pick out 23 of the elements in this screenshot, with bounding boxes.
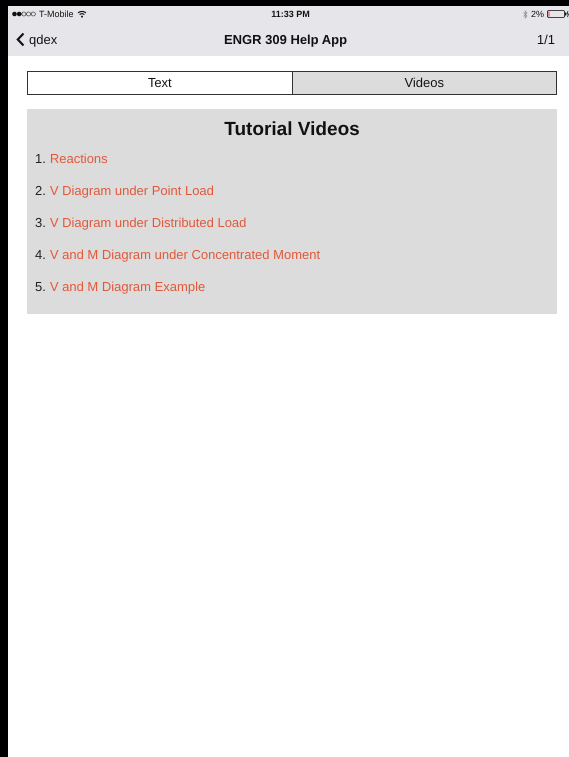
item-number: 5.	[35, 279, 46, 296]
item-number: 3.	[35, 215, 46, 232]
wifi-icon	[76, 10, 87, 18]
nav-title: ENGR 309 Help App	[224, 32, 348, 46]
video-link[interactable]: V Diagram under Point Load	[50, 183, 214, 215]
video-link[interactable]: V Diagram under Distributed Load	[50, 215, 246, 247]
signal-icon	[12, 11, 36, 17]
item-number: 4.	[35, 247, 46, 264]
item-number: 1.	[35, 151, 46, 168]
tab[interactable]: Videos	[292, 72, 556, 94]
video-link[interactable]: V and M Diagram Example	[50, 279, 206, 311]
panel-title: Tutorial Videos	[223, 119, 361, 141]
chevron-left-icon	[16, 32, 25, 46]
video-link[interactable]: Reactions	[50, 151, 108, 183]
bluetooth-icon	[522, 10, 528, 18]
item-number: 2.	[35, 183, 46, 200]
battery-percent: 2%	[530, 9, 544, 19]
video-link[interactable]: V and M Diagram under Concentrated Moment	[50, 247, 320, 279]
status-time: 11:33 PM	[271, 9, 310, 19]
battery-icon	[547, 10, 569, 18]
back-button[interactable]: qdex	[16, 32, 58, 46]
carrier-name: T-Mobile	[39, 9, 74, 19]
page-counter: 1/1	[536, 32, 555, 46]
